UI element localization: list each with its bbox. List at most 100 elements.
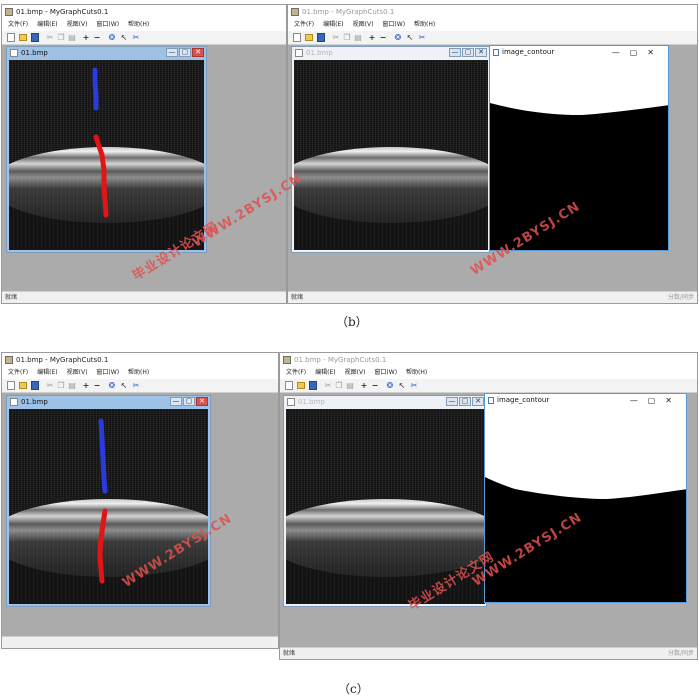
restore-button[interactable]: ▢ xyxy=(462,48,474,57)
minus-icon[interactable]: − xyxy=(371,381,379,390)
minus-icon[interactable]: − xyxy=(379,33,387,42)
app-icon xyxy=(5,8,13,16)
status-bar: 就绪 分数/同步 xyxy=(280,647,697,659)
menu-help[interactable]: 帮助(H) xyxy=(128,369,149,376)
close-button[interactable]: ✕ xyxy=(472,397,484,406)
contour-window-buttons: —▢✕ xyxy=(630,394,682,407)
save-icon[interactable] xyxy=(31,381,39,390)
menu-file[interactable]: 文件(F) xyxy=(294,21,314,28)
restore-button[interactable]: ▢ xyxy=(459,397,471,406)
menu-help[interactable]: 帮助(H) xyxy=(406,369,427,376)
child-title-text: 01.bmp xyxy=(298,398,325,406)
open-folder-icon[interactable] xyxy=(19,34,27,41)
menu-edit[interactable]: 编辑(E) xyxy=(315,369,335,376)
new-file-icon[interactable] xyxy=(293,33,301,42)
image-child-window[interactable]: 01.bmp — ▢ ✕ xyxy=(6,395,211,607)
menu-window[interactable]: 窗口(W) xyxy=(96,21,119,28)
contour-window[interactable]: image_contour —▢✕ xyxy=(484,393,687,603)
pointer-icon[interactable]: ↖ xyxy=(398,381,406,390)
menu-view[interactable]: 视图(V) xyxy=(67,21,88,28)
help-icon[interactable]: ❂ xyxy=(108,33,116,42)
save-icon[interactable] xyxy=(317,33,325,42)
menu-help[interactable]: 帮助(H) xyxy=(414,21,435,28)
plus-icon[interactable]: + xyxy=(360,381,368,390)
plus-icon[interactable]: + xyxy=(82,33,90,42)
contour-window[interactable]: image_contour —▢✕ xyxy=(489,45,669,251)
copy-icon[interactable]: ❐ xyxy=(57,33,65,42)
copy-icon[interactable]: ❐ xyxy=(343,33,351,42)
menu-edit[interactable]: 编辑(E) xyxy=(37,369,57,376)
plus-icon[interactable]: + xyxy=(368,33,376,42)
minimize-button[interactable]: — xyxy=(612,48,630,57)
menu-window[interactable]: 窗口(W) xyxy=(374,369,397,376)
cut-icon[interactable]: ✂ xyxy=(46,33,54,42)
scissors-icon[interactable]: ✂ xyxy=(410,381,418,390)
menu-edit[interactable]: 编辑(E) xyxy=(323,21,343,28)
copy-icon[interactable]: ❐ xyxy=(335,381,343,390)
minus-icon[interactable]: − xyxy=(93,33,101,42)
image-child-window[interactable]: 01.bmp — ▢ ✕ xyxy=(291,46,490,253)
menu-edit[interactable]: 编辑(E) xyxy=(37,21,57,28)
menu-view[interactable]: 视图(V) xyxy=(353,21,374,28)
minimize-button[interactable]: — xyxy=(446,397,458,406)
cut-icon[interactable]: ✂ xyxy=(332,33,340,42)
cut-icon[interactable]: ✂ xyxy=(46,381,54,390)
restore-button[interactable]: ▢ xyxy=(648,396,666,405)
minus-icon[interactable]: − xyxy=(93,381,101,390)
menu-window[interactable]: 窗口(W) xyxy=(382,21,405,28)
open-folder-icon[interactable] xyxy=(305,34,313,41)
plus-icon[interactable]: + xyxy=(82,381,90,390)
contour-mask-image xyxy=(485,407,686,602)
menu-help[interactable]: 帮助(H) xyxy=(128,21,149,28)
close-button[interactable]: ✕ xyxy=(647,48,664,57)
oct-image[interactable] xyxy=(294,60,488,250)
open-folder-icon[interactable] xyxy=(297,382,305,389)
pointer-icon[interactable]: ↖ xyxy=(120,381,128,390)
oct-image[interactable] xyxy=(9,409,208,604)
image-doc-icon xyxy=(10,49,18,57)
save-icon[interactable] xyxy=(309,381,317,390)
status-bar: 就绪 xyxy=(2,291,286,303)
minimize-button[interactable]: — xyxy=(630,396,648,405)
minimize-button[interactable]: — xyxy=(170,397,182,406)
new-file-icon[interactable] xyxy=(7,381,15,390)
restore-button[interactable]: ▢ xyxy=(630,48,648,57)
paste-icon[interactable]: ▤ xyxy=(354,33,362,42)
restore-button[interactable]: ▢ xyxy=(179,48,191,57)
close-button[interactable]: ✕ xyxy=(196,397,208,406)
foreground-stroke xyxy=(92,67,99,111)
help-icon[interactable]: ❂ xyxy=(108,381,116,390)
minimize-button[interactable]: — xyxy=(449,48,461,57)
contour-title: image_contour xyxy=(502,48,555,56)
foreground-mask xyxy=(490,59,668,115)
save-icon[interactable] xyxy=(31,33,39,42)
menu-file[interactable]: 文件(F) xyxy=(286,369,306,376)
copy-icon[interactable]: ❐ xyxy=(57,381,65,390)
menu-window[interactable]: 窗口(W) xyxy=(96,369,119,376)
pointer-icon[interactable]: ↖ xyxy=(120,33,128,42)
restore-button[interactable]: ▢ xyxy=(183,397,195,406)
oct-image[interactable] xyxy=(9,60,204,250)
paste-icon[interactable]: ▤ xyxy=(68,381,76,390)
menu-view[interactable]: 视图(V) xyxy=(345,369,366,376)
close-button[interactable]: ✕ xyxy=(192,48,204,57)
help-icon[interactable]: ❂ xyxy=(394,33,402,42)
close-button[interactable]: ✕ xyxy=(665,396,682,405)
scissors-icon[interactable]: ✂ xyxy=(132,381,140,390)
scissors-icon[interactable]: ✂ xyxy=(418,33,426,42)
pointer-icon[interactable]: ↖ xyxy=(406,33,414,42)
new-file-icon[interactable] xyxy=(7,33,15,42)
menu-view[interactable]: 视图(V) xyxy=(67,369,88,376)
scissors-icon[interactable]: ✂ xyxy=(132,33,140,42)
help-icon[interactable]: ❂ xyxy=(386,381,394,390)
new-file-icon[interactable] xyxy=(285,381,293,390)
image-child-window[interactable]: 01.bmp — ▢ ✕ xyxy=(6,46,207,253)
minimize-button[interactable]: — xyxy=(166,48,178,57)
menu-file[interactable]: 文件(F) xyxy=(8,21,28,28)
close-button[interactable]: ✕ xyxy=(475,48,487,57)
open-folder-icon[interactable] xyxy=(19,382,27,389)
paste-icon[interactable]: ▤ xyxy=(346,381,354,390)
cut-icon[interactable]: ✂ xyxy=(324,381,332,390)
paste-icon[interactable]: ▤ xyxy=(68,33,76,42)
menu-file[interactable]: 文件(F) xyxy=(8,369,28,376)
